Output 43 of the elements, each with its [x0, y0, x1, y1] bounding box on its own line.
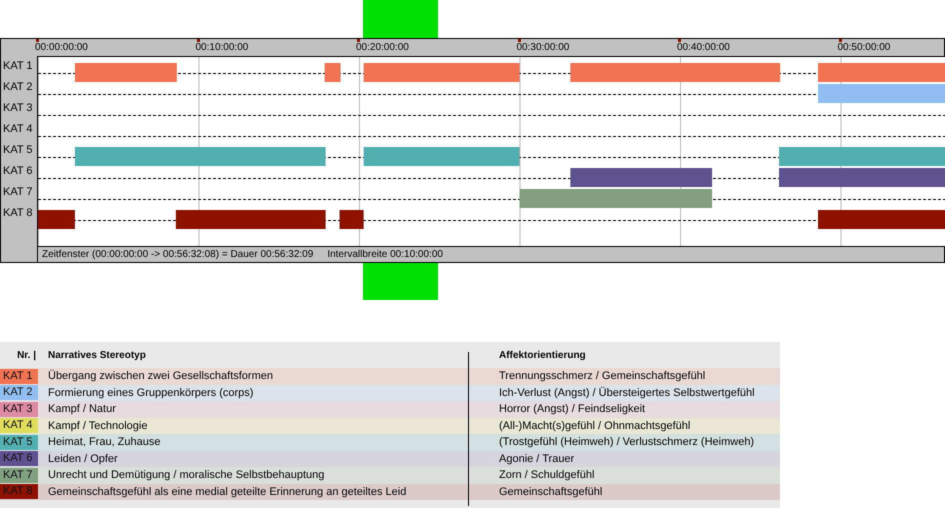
table-cell-text: (All-)Macht(s)gefühl / Ohnmachtsgefühl [498, 420, 690, 432]
table-cell-text: Ich-Verlust (Angst) / Übersteigertes Selbstwertgefühl [498, 386, 755, 399]
tick-label: 00:50:00:00 [838, 42, 890, 54]
category-badge: KAT 7 [0, 468, 38, 483]
lane-label: KAT 1 [2, 59, 34, 74]
category-badge: KAT 6 [0, 451, 38, 466]
lane-label: KAT 7 [2, 185, 34, 200]
lane-label: KAT 5 [2, 143, 34, 158]
tick-label: 00:20:00:00 [356, 42, 409, 54]
column-header: Narratives Stereotyp [47, 350, 147, 360]
category-badge: KAT 8 [0, 484, 38, 500]
table-cell-text: Gemeinschaftsgefühl [498, 486, 602, 498]
table-cell-text: Leiden / Opfer [47, 452, 119, 465]
column-header: Affektorientierung [498, 350, 586, 360]
table-cell-text: Gemeinschaftsgefühl als eine medial geteilte Erinnerung an geteiltes Leid [47, 486, 408, 498]
table-cell-text: Unrecht und Demütigung / moralische Selbstbehauptung [47, 469, 326, 482]
lane-label: KAT 8 [2, 206, 34, 221]
table-cell-text: Zorn / Schuldgefühl [498, 469, 594, 482]
table-cell-text: Horror (Angst) / Feindseligkeit [498, 403, 646, 416]
table-cell-text: Heimat, Frau, Zuhause [47, 436, 162, 448]
tick-label: 00:30:00:00 [516, 42, 570, 54]
table-cell-text: Kampf / Technologie [47, 420, 148, 432]
table-cell-text: Agonie / Trauer [498, 452, 574, 465]
table-cell-text: Formierung eines Gruppenkörpers (corps) [47, 386, 254, 399]
tick-label: 00:10:00:00 [196, 42, 248, 54]
table-cell-text: (Trostgefühl (Heimweh) / Verlustschmerz (Heimweh) [498, 436, 754, 448]
category-badge: KAT 5 [0, 434, 38, 450]
tick-label: 00:40:00:00 [677, 42, 730, 54]
table-cell-text: Übergang zwischen zwei Gesellschaftsformen [47, 370, 274, 382]
category-badge: KAT 2 [0, 385, 38, 400]
lane-label: KAT 6 [2, 164, 34, 179]
lane-label: KAT 2 [2, 80, 34, 95]
table-cell-text: Kampf / Natur [47, 403, 117, 416]
category-badge: KAT 3 [0, 402, 38, 417]
tick-label: 00:00:00:00 [35, 42, 88, 54]
lane-label: KAT 3 [2, 101, 34, 116]
interval-text: Intervallbreite 00:10:00:00 [327, 249, 443, 260]
category-badge: KAT 4 [0, 418, 38, 434]
category-badge: KAT 1 [0, 368, 38, 384]
column-header: Nr. | [16, 350, 37, 360]
table-cell-text: Trennungsschmerz / Gemeinschaftsgefühl [498, 370, 706, 382]
status-text: Zeitfenster (00:00:00:00 -> 00:56:32:08) = Dauer 00:56:32:09 [42, 249, 314, 260]
lane-label: KAT 4 [2, 122, 34, 137]
